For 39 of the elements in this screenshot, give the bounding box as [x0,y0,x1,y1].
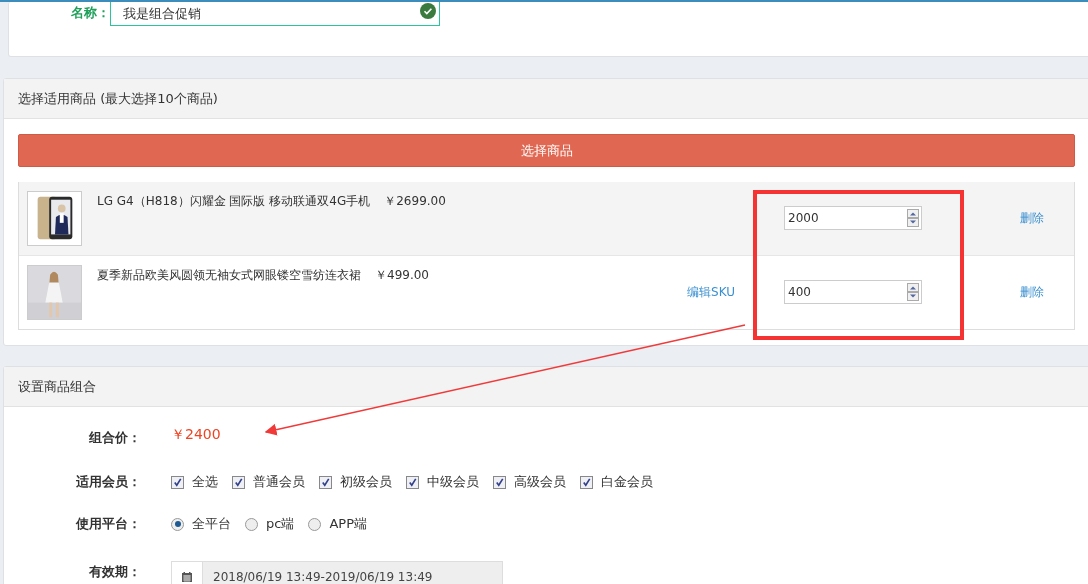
field-label: 有效期： [88,563,142,581]
checkbox[interactable] [493,475,506,489]
spinner-icon[interactable] [907,209,919,227]
option-label: pc端 [266,515,295,533]
checkbox[interactable] [319,475,332,489]
product-price: ￥499.00 [375,267,429,284]
combo-price: ￥2400 [171,425,221,444]
name-field[interactable]: 我是组合促销 [110,2,440,26]
checkbox[interactable] [580,475,593,489]
product-name: 夏季新品欧美风圆领无袖女式网眼镂空雪纺连衣裙 [97,267,361,284]
option-label: APP端 [329,515,367,533]
radio-button[interactable] [171,517,184,531]
edit-sku-link[interactable]: 编辑SKU [687,285,735,299]
option-label: 初级会员 [340,473,392,491]
field-label: 组合价： [88,428,142,447]
delete-link[interactable]: 删除 [1020,285,1044,299]
section-title: 选择适用商品 (最大选择10个商品) [18,89,218,108]
field-label: 名称： [70,4,110,22]
calendar-icon [181,571,193,583]
option-label: 全选 [192,473,218,491]
option-label: 白金会员 [601,473,653,491]
spinner-icon[interactable] [907,283,919,301]
checkbox[interactable] [232,475,245,489]
option-label: 普通会员 [253,473,305,491]
quantity-input[interactable]: 400 [784,280,922,304]
checkbox[interactable] [171,475,184,489]
product-price: ￥2699.00 [384,193,446,210]
option-label: 高级会员 [514,473,566,491]
option-label: 中级会员 [427,473,479,491]
radio-button[interactable] [308,517,322,531]
date-range-field[interactable]: 2018/06/19 13:49-2019/06/19 13:49 [171,561,503,584]
section-title: 设置商品组合 [18,377,96,396]
checkbox[interactable] [406,475,419,489]
quantity-input[interactable]: 2000 [784,206,922,230]
product-name: LG G4（H818）闪耀金 国际版 移动联通双4G手机 [97,193,371,210]
radio-button[interactable] [245,517,258,531]
option-label: 全平台 [192,515,231,533]
field-label: 使用平台： [74,515,142,533]
field-label: 适用会员： [75,473,142,491]
